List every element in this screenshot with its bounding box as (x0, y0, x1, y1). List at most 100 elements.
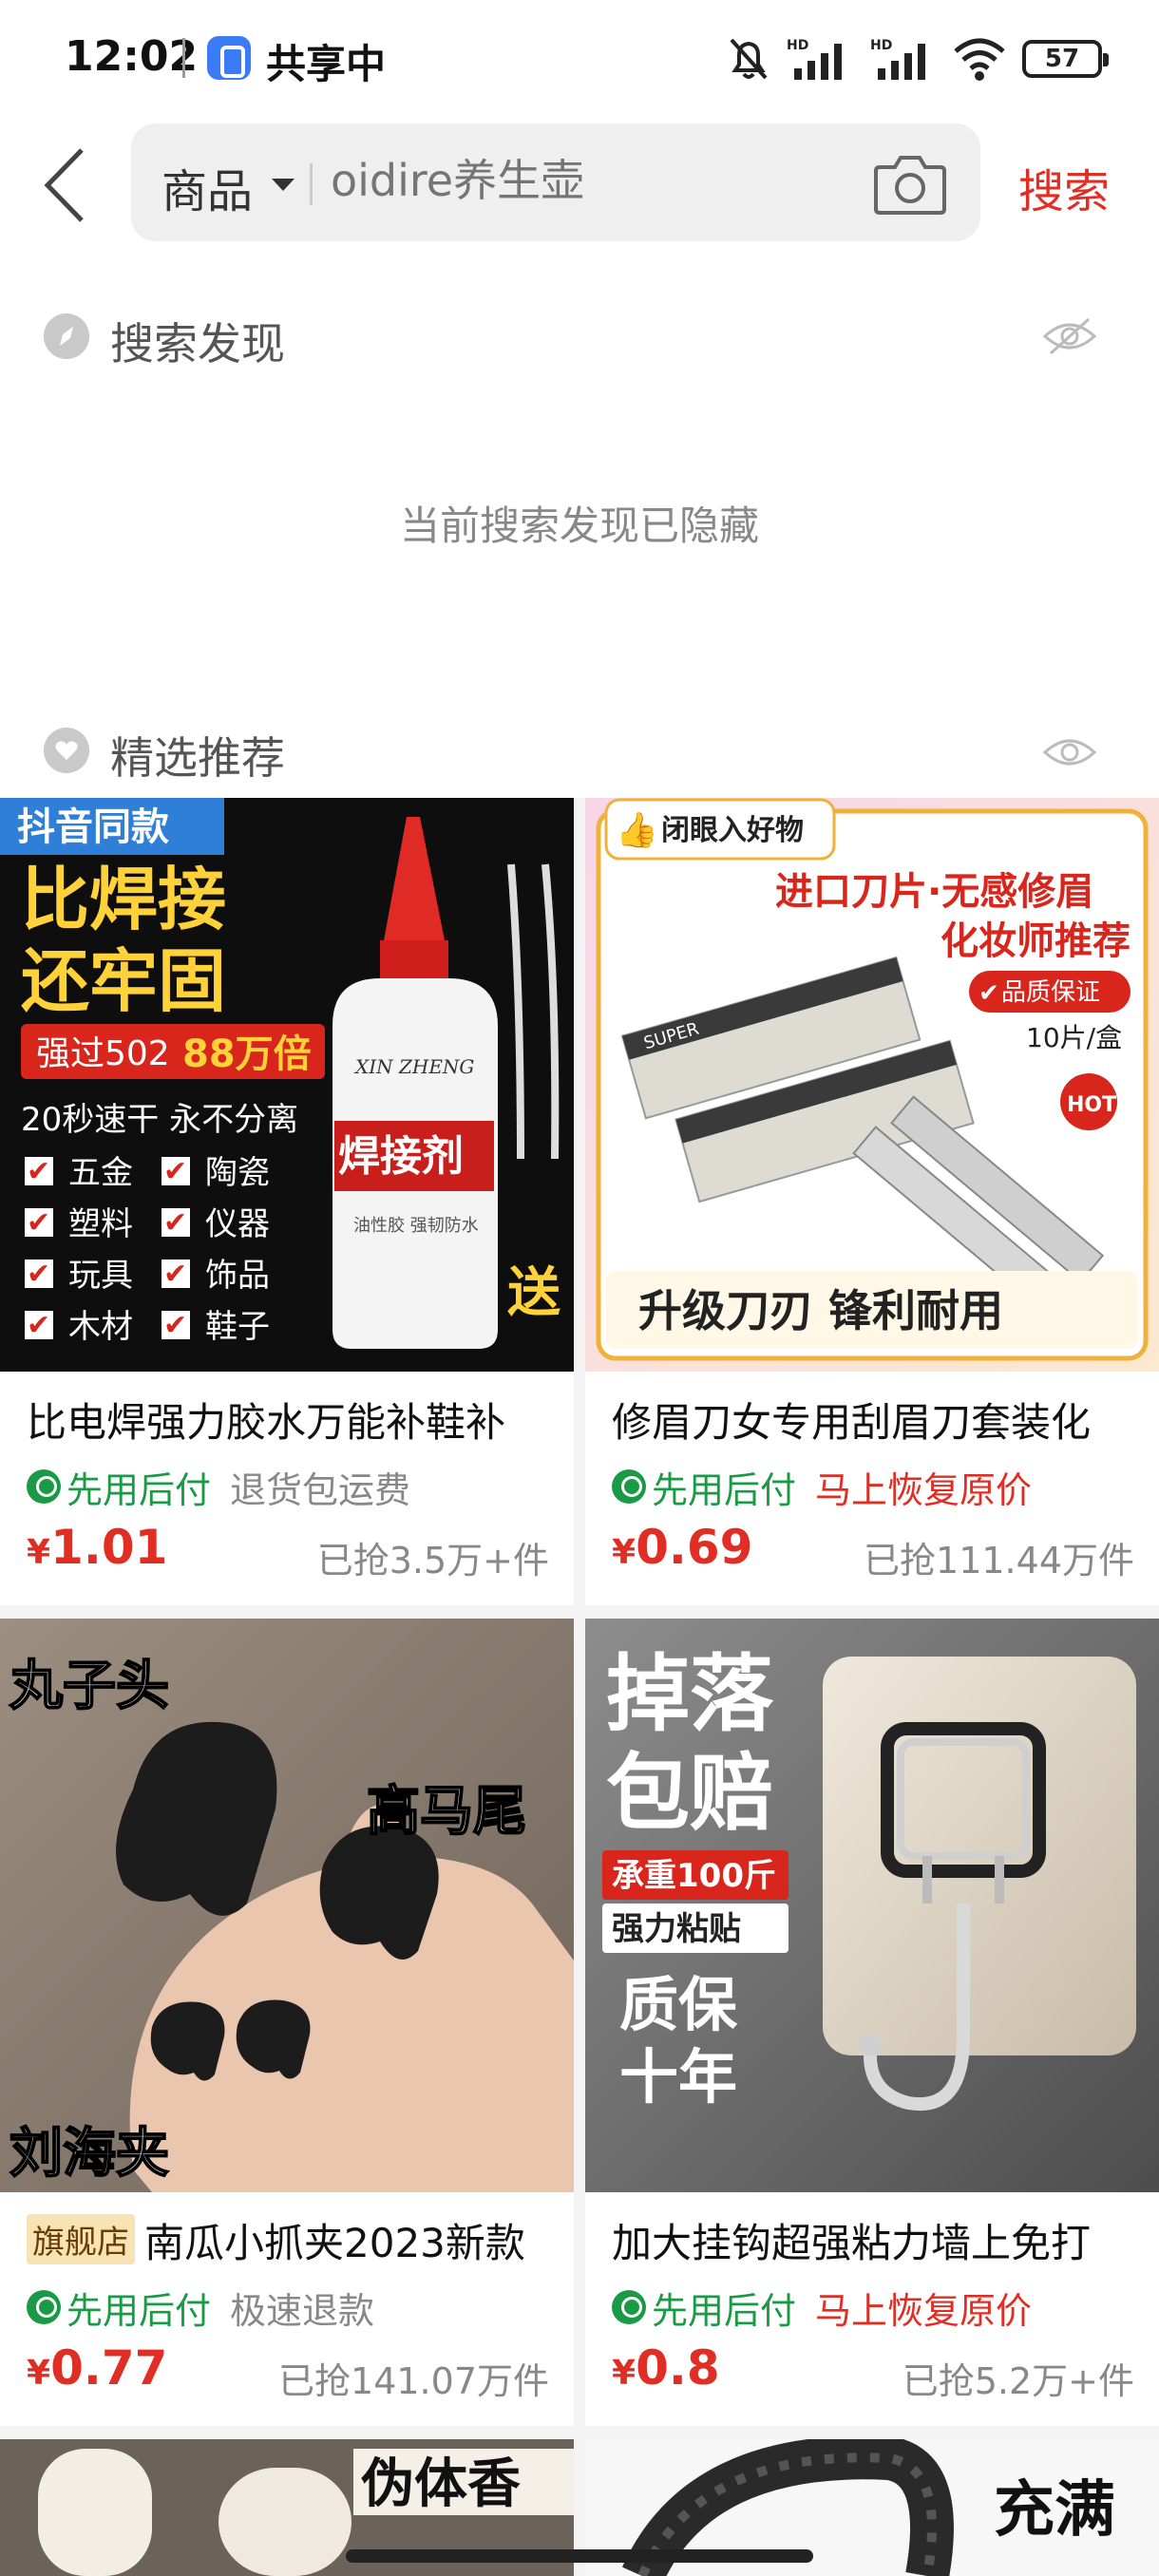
image-text: 比焊接 (21, 860, 226, 939)
svg-text:✔: ✔ (27, 1206, 50, 1240)
pay-later-badge: 先用后付 (27, 2282, 211, 2334)
price-value: 1.01 (50, 1520, 168, 1575)
sold-count: 已抢3.5万+件 (316, 1540, 549, 1582)
status-time: 12:02 (65, 32, 199, 81)
pay-later-icon (612, 1469, 646, 1504)
currency-symbol: ¥ (612, 1533, 636, 1572)
svg-text:✔: ✔ (27, 1309, 50, 1342)
image-text: 陶瓷 (205, 1154, 270, 1192)
product-title-text: 南瓜小抓夹2023新款 (144, 2220, 525, 2266)
pay-later-label: 先用后付 (652, 1468, 797, 1511)
discover-hidden-message: 当前搜索发现已隐藏 (399, 502, 759, 549)
product-image[interactable]: 抖音同款 比焊接 还牢固 强过502 88万倍 20秒速干 永不分离 ✔ 五金 … (0, 798, 574, 1372)
service-tag: 极速退款 (230, 2289, 375, 2332)
image-text: 还牢固 (21, 941, 226, 1021)
image-text: 升级刀刃 锋利耐用 (638, 1285, 1003, 1336)
product-tags: 先用后付 马上恢复原价 (612, 2282, 1032, 2334)
product-title[interactable]: 旗舰店 南瓜小抓夹2023新款 (27, 2211, 559, 2269)
product-image[interactable]: 掉落 包赔 承重100斤 强力粘贴 质保 十年 (585, 1619, 1159, 2192)
image-text: 木材 (68, 1308, 133, 1346)
search-scope-selector[interactable]: 商品 (162, 154, 253, 220)
image-text: 仪器 (205, 1205, 270, 1243)
image-text: 10片/盒 (1026, 1022, 1122, 1053)
image-text: 掉落 (606, 1645, 774, 1743)
home-indicator[interactable] (346, 2549, 813, 2563)
status-bar: 12:02 共享中 HD HD 57 (0, 0, 1159, 114)
product-image[interactable]: 👍 闭眼入好物 进口刀片·无感修眉 化妆师推荐 品质保证 ✔ 10片/盒 HOT… (585, 798, 1159, 1372)
image-text: 玩具 (68, 1257, 133, 1295)
product-card[interactable]: 抖音同款 比焊接 还牢固 强过502 88万倍 20秒速干 永不分离 ✔ 五金 … (0, 798, 574, 1605)
currency-symbol: ¥ (612, 2354, 636, 2393)
pay-later-badge: 先用后付 (27, 1461, 211, 1513)
product-tags: 先用后付 马上恢复原价 (612, 1461, 1033, 1513)
image-text: 88万倍 (182, 1032, 312, 1076)
product-image[interactable]: 丸子头 高马尾 刘海夹 (0, 1619, 574, 2192)
product-price: ¥0.77 (27, 2340, 167, 2396)
discover-title: 搜索发现 (110, 318, 285, 369)
camera-icon[interactable] (872, 150, 948, 217)
sold-count: 已抢141.07万件 (278, 2360, 549, 2402)
product-card[interactable]: 丸子头 高马尾 刘海夹 旗舰店 南瓜小抓夹2023新款 先用后付 极速退款 ¥0.… (0, 1619, 574, 2426)
hd-signal-icon: HD (787, 38, 842, 80)
svg-text:✔: ✔ (27, 1155, 50, 1188)
image-text: 进口刀片·无感修眉 (775, 870, 1093, 914)
product-title[interactable]: 比电焊强力胶水万能补鞋补 (27, 1391, 559, 1449)
image-text: 十年 (619, 2042, 737, 2112)
image-text: 闭眼入好物 (661, 814, 804, 847)
image-text: XIN ZHENG (353, 1055, 474, 1078)
recommend-title: 精选推荐 (110, 732, 285, 784)
product-card[interactable]: 掉落 包赔 承重100斤 强力粘贴 质保 十年 加大挂钩超强粘力墙上免打 先用后… (585, 1619, 1159, 2426)
sold-count: 已抢111.44万件 (864, 1540, 1134, 1582)
battery-icon: 57 (1022, 40, 1109, 78)
search-box[interactable]: 商品 (131, 123, 980, 241)
pay-later-badge: 先用后付 (612, 1461, 796, 1513)
pay-later-label: 先用后付 (652, 2289, 797, 2332)
pay-later-badge: 先用后付 (612, 2282, 796, 2334)
search-input[interactable] (331, 150, 863, 211)
hd-signal-icon: HD (870, 38, 925, 80)
price-value: 0.69 (636, 1520, 753, 1575)
product-title[interactable]: 修眉刀女专用刮眉刀套装化 (612, 1391, 1144, 1449)
image-text: 20秒速干 永不分离 (21, 1101, 298, 1139)
image-text: 承重100斤 (612, 1857, 776, 1895)
image-text: 塑料 (68, 1205, 133, 1243)
image-text: 强力粘贴 (612, 1910, 741, 1948)
svg-text:HD: HD (870, 38, 892, 53)
image-text: 强过502 (36, 1034, 170, 1073)
svg-text:✔: ✔ (27, 1258, 50, 1291)
search-button[interactable]: 搜索 (1018, 154, 1110, 220)
image-text: 伪体香 (361, 2453, 521, 2515)
currency-symbol: ¥ (27, 1533, 51, 1572)
image-text: 送 (507, 1262, 560, 1324)
price-value: 0.77 (50, 2340, 168, 2396)
search-header: 商品 搜索 (0, 114, 1159, 256)
image-text: 品质保证 (1001, 978, 1100, 1007)
product-card[interactable]: 👍 闭眼入好物 进口刀片·无感修眉 化妆师推荐 品质保证 ✔ 10片/盒 HOT… (585, 798, 1159, 1605)
status-icons: HD HD 57 (728, 34, 1109, 84)
price-value: 0.8 (636, 2340, 720, 2396)
pay-later-icon (27, 2290, 61, 2324)
image-text: 抖音同款 (17, 805, 169, 849)
pay-later-icon (27, 1469, 61, 1504)
product-price: ¥0.69 (612, 1520, 752, 1575)
image-text: 焊接剂 (338, 1132, 464, 1181)
product-tags: 先用后付 退货包运费 (27, 1461, 410, 1513)
promo-tag: 马上恢复原价 (815, 1468, 1033, 1511)
wifi-icon (954, 38, 1005, 81)
share-screen-icon (207, 36, 251, 80)
eye-closed-icon[interactable] (1043, 317, 1096, 355)
back-arrow-icon[interactable] (36, 142, 103, 228)
svg-text:👍: 👍 (616, 810, 658, 850)
pay-later-label: 先用后付 (66, 1468, 212, 1511)
caret-down-icon[interactable] (272, 179, 294, 191)
image-text: 饰品 (205, 1257, 270, 1295)
recommend-section: 精选推荐 (0, 703, 1159, 798)
svg-text:✔: ✔ (163, 1258, 187, 1291)
image-text: HOT (1067, 1093, 1116, 1117)
eye-icon[interactable] (1043, 733, 1096, 771)
product-price: ¥1.01 (27, 1520, 167, 1575)
product-title[interactable]: 加大挂钩超强粘力墙上免打 (612, 2211, 1144, 2269)
image-text: 质保 (619, 1970, 738, 2039)
sold-count: 已抢5.2万+件 (902, 2360, 1134, 2402)
image-text: 化妆师推荐 (940, 919, 1130, 963)
